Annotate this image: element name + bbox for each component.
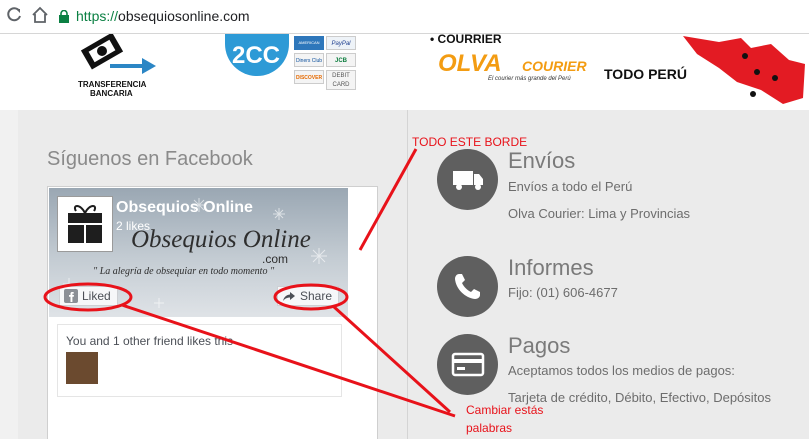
cover-com-text: .com bbox=[262, 252, 289, 266]
todo-peru-text: TODO PERÚ bbox=[604, 66, 687, 82]
twocc-logo: 2CC bbox=[225, 34, 289, 76]
bank-transfer-icon bbox=[80, 34, 156, 74]
envios-circle bbox=[437, 149, 498, 210]
annotation-words-note-2: palabras bbox=[466, 421, 513, 435]
annotation-words-note-1: Cambiar estás bbox=[466, 403, 544, 417]
paypal-card-icon: PayPal bbox=[326, 36, 356, 50]
pagos-title: Pagos bbox=[508, 333, 571, 358]
liked-button[interactable]: Liked bbox=[59, 286, 118, 306]
truck-icon bbox=[453, 171, 483, 190]
browser-address-bar: https://obsequiosonline.com bbox=[0, 0, 809, 34]
credit-card-icon bbox=[451, 352, 485, 377]
card-logos: AMERICAN EXPRESS PayPal Diners Club JCB … bbox=[294, 34, 358, 94]
pagos-line-2: Tarjeta de crédito, Débito, Efectivo, De… bbox=[508, 390, 772, 405]
pagos-circle bbox=[437, 334, 498, 395]
column-divider bbox=[407, 110, 408, 439]
informes-line-1: Fijo: (01) 606-4677 bbox=[508, 285, 618, 300]
twocc-text: 2CC bbox=[232, 42, 281, 69]
phone-icon bbox=[455, 274, 480, 299]
jcb-card-icon: JCB bbox=[326, 53, 356, 67]
facebook-icon bbox=[64, 289, 78, 303]
cover-tagline: " La alegría de obsequiar en todo moment… bbox=[93, 266, 275, 277]
reload-icon[interactable] bbox=[4, 6, 24, 26]
url-host: obsequiosonline.com bbox=[118, 8, 250, 24]
gift-icon bbox=[68, 205, 102, 243]
pagos-line-1: Aceptamos todos los medios de pagos: bbox=[508, 363, 735, 378]
share-label: Share bbox=[300, 289, 333, 303]
url-scheme: https:// bbox=[76, 8, 119, 24]
url-field[interactable]: https://obsequiosonline.com bbox=[76, 8, 250, 24]
facebook-page-avatar[interactable] bbox=[57, 196, 113, 252]
liked-label: Liked bbox=[82, 289, 111, 303]
informes-circle bbox=[437, 256, 498, 317]
cover-brand-text: Obsequios Online bbox=[131, 226, 311, 253]
page-viewport: TRANSFERENCIA BANCARIA 2CC AMERICAN EXPR… bbox=[0, 34, 809, 439]
share-arrow-icon bbox=[283, 292, 295, 301]
share-button[interactable]: Share bbox=[277, 286, 340, 306]
facebook-social-context: You and 1 other friend likes this bbox=[57, 324, 342, 397]
courier-label: • COURRIER bbox=[430, 34, 502, 46]
envios-line-1: Envíos a todo el Perú bbox=[508, 179, 633, 194]
bank-transfer-label-2: BANCARIA bbox=[90, 89, 133, 98]
diners-card-icon: Diners Club bbox=[294, 53, 324, 67]
lock-icon bbox=[58, 9, 70, 23]
olva-courier-text: COURIER bbox=[522, 58, 587, 74]
facebook-heading: Síguenos en Facebook bbox=[47, 148, 253, 170]
logos-strip: TRANSFERENCIA BANCARIA 2CC AMERICAN EXPR… bbox=[0, 34, 809, 110]
home-icon[interactable] bbox=[30, 6, 50, 26]
olva-text: OLVA bbox=[438, 50, 502, 77]
facebook-page-name[interactable]: Obsequios Online bbox=[116, 199, 253, 217]
debit-card-icon: DEBIT CARD bbox=[326, 70, 356, 90]
facebook-cover: Obsequios Online 2 likes Obsequios Onlin… bbox=[49, 188, 348, 317]
olva-tagline: El courier más grande del Perú bbox=[488, 76, 571, 82]
annotation-border-note: TODO ESTE BORDE bbox=[412, 135, 528, 149]
friend-avatar[interactable] bbox=[66, 352, 98, 384]
envios-title: Envíos bbox=[508, 148, 576, 173]
courier-logo: • COURRIER OLVA COURIER El courier más g… bbox=[430, 34, 700, 94]
facebook-page-widget: Obsequios Online 2 likes Obsequios Onlin… bbox=[47, 186, 378, 439]
bank-transfer-logo: TRANSFERENCIA BANCARIA bbox=[70, 34, 160, 104]
envios-line-2: Olva Courier: Lima y Provincias bbox=[508, 206, 691, 221]
informes-title: Informes bbox=[508, 255, 594, 280]
bank-transfer-label-1: TRANSFERENCIA bbox=[78, 80, 147, 89]
discover-card-icon: DISCOVER bbox=[294, 70, 324, 84]
social-context-text: You and 1 other friend likes this bbox=[66, 334, 233, 348]
amex-card-icon: AMERICAN EXPRESS bbox=[294, 36, 324, 50]
peru-map-icon bbox=[683, 36, 805, 104]
